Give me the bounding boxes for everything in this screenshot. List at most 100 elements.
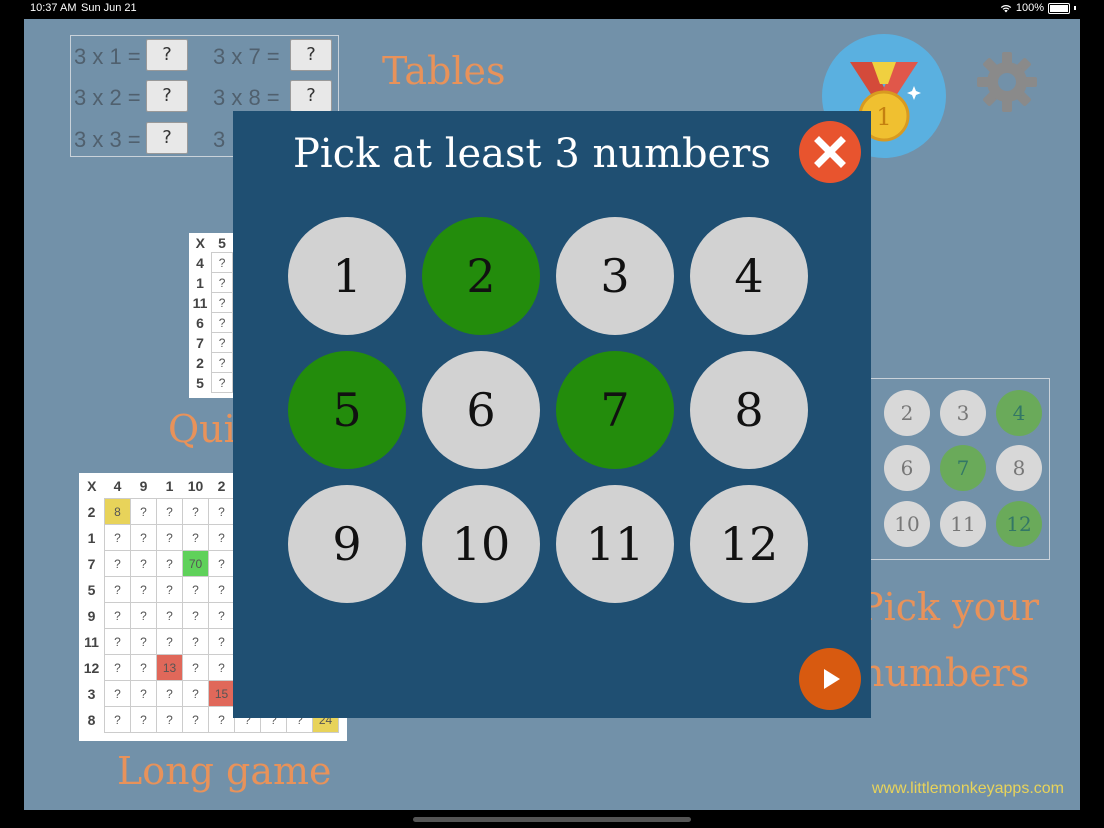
- quiz-cell: ?: [211, 352, 233, 373]
- tables-answer-1: ?: [146, 39, 188, 71]
- long-game-cell: ?: [104, 524, 131, 551]
- long-game-cell: ?: [208, 602, 235, 629]
- long-game-cell: ?: [208, 576, 235, 603]
- long-game-cell: ?: [130, 550, 157, 577]
- long-game-cell: ?: [156, 602, 183, 629]
- long-game-cell: ?: [182, 602, 209, 629]
- quiz-row-label: 6: [196, 314, 204, 331]
- long-game-cell: ?: [104, 654, 131, 681]
- quiz-cell: ?: [211, 292, 233, 313]
- tables-answer-4: ?: [290, 39, 332, 71]
- long-game-row-label: 3: [87, 685, 96, 702]
- long-game-cell: ?: [104, 576, 131, 603]
- tables-expr-5: 3 x 8 =: [213, 85, 280, 110]
- mini-number-2: 2: [884, 390, 930, 436]
- number-button-6[interactable]: 6: [422, 351, 540, 469]
- wifi-icon: [1000, 4, 1012, 12]
- battery-icon: [1048, 2, 1070, 14]
- number-button-11[interactable]: 11: [556, 485, 674, 603]
- mini-number-6: 6: [884, 445, 930, 491]
- number-button-2[interactable]: 2: [422, 217, 540, 335]
- long-game-cell: 13: [156, 654, 183, 681]
- close-button[interactable]: [799, 121, 861, 183]
- battery-percent: 100%: [1015, 2, 1044, 14]
- long-game-cell: ?: [156, 498, 183, 525]
- tables-answer-3: ?: [146, 122, 188, 154]
- long-game-cell: ?: [182, 628, 209, 655]
- long-game-row-label: 5: [87, 581, 96, 598]
- number-button-7[interactable]: 7: [556, 351, 674, 469]
- quiz-cell: ?: [211, 312, 233, 333]
- long-game-cell: ?: [182, 524, 209, 551]
- tables-expr-4: 3 x 7 =: [213, 44, 280, 69]
- home-indicator[interactable]: [413, 817, 691, 822]
- quiz-preview-card[interactable]: X 5 4? 1? 11? 6? 7? 2? 5?: [189, 233, 233, 398]
- number-button-10[interactable]: 10: [422, 485, 540, 603]
- long-game-cell: ?: [130, 628, 157, 655]
- quiz-row-label: 5: [196, 374, 204, 391]
- tables-label[interactable]: Tables: [382, 49, 506, 93]
- tables-answer-5: ?: [290, 80, 332, 112]
- long-game-cell: ?: [182, 680, 209, 707]
- modal-title: Pick at least 3 numbers: [293, 131, 771, 177]
- long-game-cell: 70: [182, 550, 209, 577]
- long-game-header-cell: 10: [187, 477, 204, 494]
- number-button-9[interactable]: 9: [288, 485, 406, 603]
- long-game-cell: ?: [182, 654, 209, 681]
- long-game-cell: ?: [130, 602, 157, 629]
- quiz-row-label: 2: [196, 354, 204, 371]
- number-button-5[interactable]: 5: [288, 351, 406, 469]
- pick-numbers-label-line2[interactable]: numbers: [860, 651, 1029, 695]
- quiz-row-label: 11: [192, 294, 208, 311]
- long-game-cell: ?: [208, 550, 235, 577]
- long-game-cell: ?: [104, 680, 131, 707]
- long-game-cell: ?: [104, 706, 131, 733]
- pick-numbers-preview-card[interactable]: 2 3 4 6 7 8 10 11 12: [860, 378, 1050, 560]
- long-game-label[interactable]: Long game: [117, 749, 332, 793]
- play-icon: [824, 669, 840, 689]
- number-button-12[interactable]: 12: [690, 485, 808, 603]
- mini-number-10: 10: [884, 501, 930, 547]
- long-game-cell: ?: [104, 602, 131, 629]
- tables-expr-3: 3 x 3 =: [74, 127, 141, 152]
- quiz-header-x: X: [195, 234, 205, 251]
- status-right: 100%: [1000, 2, 1076, 14]
- number-button-1[interactable]: 1: [288, 217, 406, 335]
- long-game-cell: ?: [130, 654, 157, 681]
- website-link[interactable]: www.littlemonkeyapps.com: [872, 780, 1064, 798]
- status-date: Sun Jun 21: [81, 2, 137, 14]
- settings-gear-icon[interactable]: [975, 50, 1039, 114]
- long-game-cell: ?: [104, 550, 131, 577]
- quiz-label[interactable]: Qui: [168, 407, 236, 451]
- long-game-cell: ?: [156, 550, 183, 577]
- long-game-cell: ?: [156, 628, 183, 655]
- long-game-header-cell: 4: [113, 477, 122, 494]
- play-button[interactable]: [799, 648, 861, 710]
- number-button-8[interactable]: 8: [690, 351, 808, 469]
- tables-expr-2: 3 x 2 =: [74, 85, 141, 110]
- status-bar: 10:37 AM Sun Jun 21 100%: [0, 0, 1104, 18]
- long-game-cell: ?: [182, 498, 209, 525]
- long-game-cell: ?: [156, 706, 183, 733]
- long-game-cell: 8: [104, 498, 131, 525]
- long-game-header-cell: 1: [165, 477, 174, 494]
- pick-numbers-label-line1[interactable]: Pick your: [858, 585, 1039, 629]
- long-game-cell: ?: [182, 706, 209, 733]
- long-game-row-label: 8: [87, 711, 96, 728]
- quiz-row-label: 7: [196, 334, 204, 351]
- tables-expr-6: 3: [213, 127, 226, 152]
- long-game-cell: ?: [130, 524, 157, 551]
- status-time: 10:37 AM: [30, 2, 77, 14]
- tables-expr-1: 3 x 1 =: [74, 44, 141, 69]
- quiz-grid: X 5 4? 1? 11? 6? 7? 2? 5?: [189, 233, 233, 393]
- long-game-header-cell: 9: [139, 477, 148, 494]
- number-button-4[interactable]: 4: [690, 217, 808, 335]
- long-game-header-cell: X: [87, 477, 97, 494]
- quiz-header-5: 5: [218, 234, 226, 251]
- long-game-row-label: 11: [84, 633, 99, 650]
- long-game-cell: ?: [130, 576, 157, 603]
- long-game-cell: ?: [208, 628, 235, 655]
- long-game-cell: ?: [208, 654, 235, 681]
- mini-number-4: 4: [996, 390, 1042, 436]
- number-button-3[interactable]: 3: [556, 217, 674, 335]
